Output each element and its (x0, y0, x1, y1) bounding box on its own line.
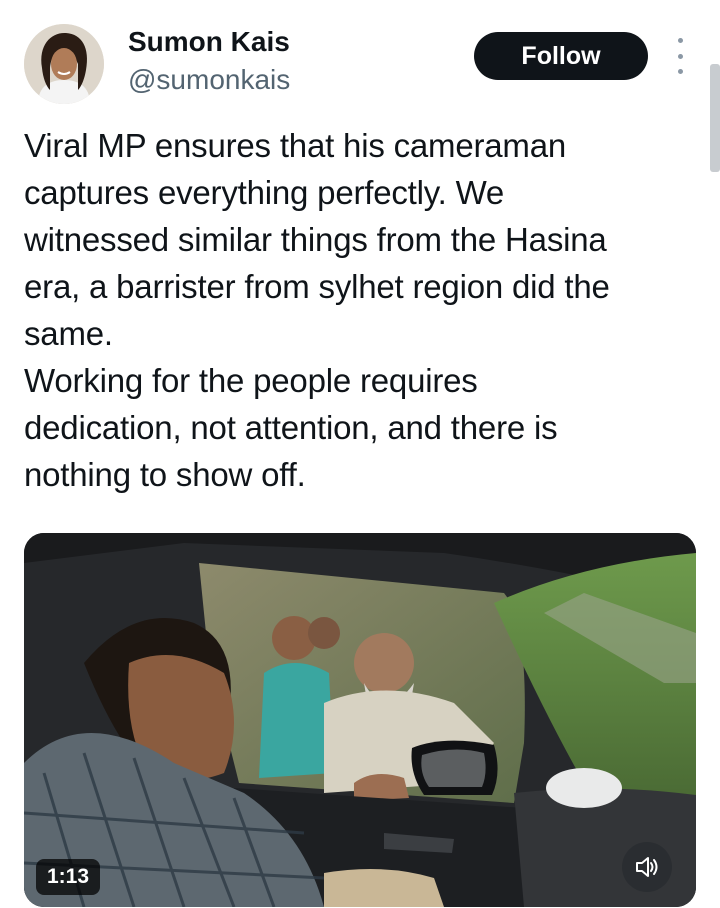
speaker-muted-icon[interactable] (622, 842, 672, 892)
more-dot (677, 38, 683, 43)
scrollbar[interactable] (710, 64, 720, 172)
video-duration: 1:13 (36, 859, 100, 895)
speaker-icon-glyph (636, 857, 658, 877)
video-player[interactable] (24, 533, 696, 907)
more-dot (677, 53, 683, 59)
more-vertical-icon[interactable] (672, 38, 688, 74)
avatar-image (24, 24, 104, 104)
tweet-text: Viral MP ensures that his cameraman capt… (24, 127, 610, 493)
more-dot (677, 69, 683, 74)
author-name[interactable]: Sumon Kais (128, 26, 290, 58)
follow-button[interactable]: Follow (474, 32, 648, 80)
video-frame (24, 533, 696, 907)
avatar[interactable] (24, 24, 104, 104)
author-handle[interactable]: @sumonkais (128, 64, 290, 96)
